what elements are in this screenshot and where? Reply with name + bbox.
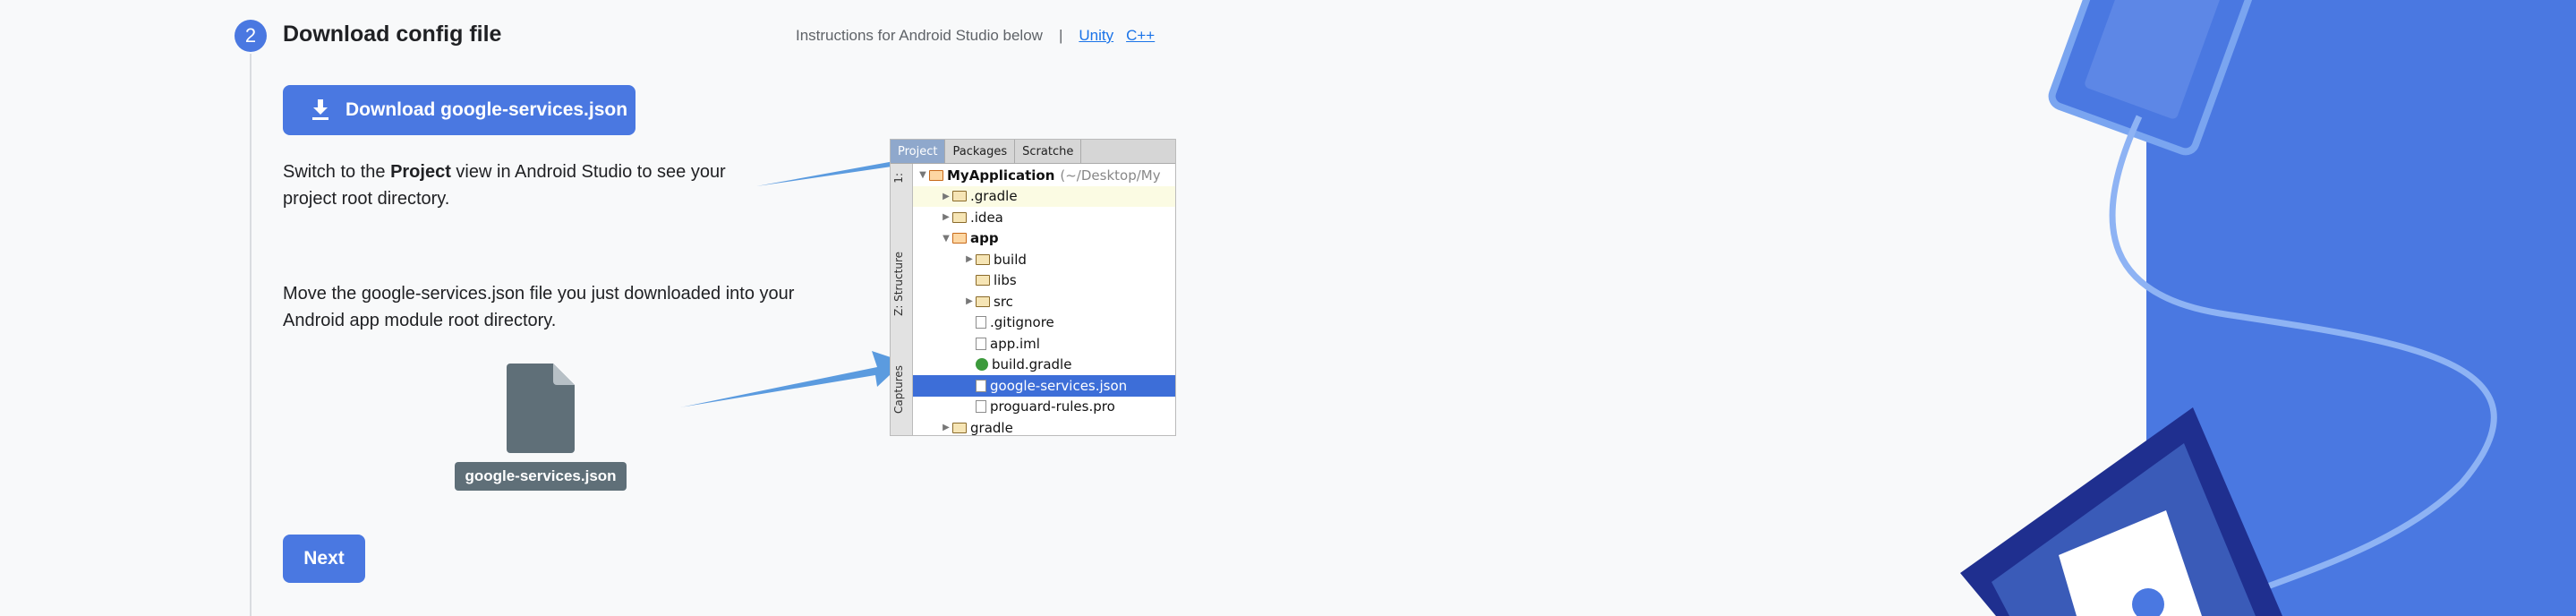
- collapsed-arrow-icon[interactable]: ▶: [963, 296, 976, 306]
- project-folder-icon: [929, 169, 943, 181]
- folder-icon: [976, 253, 990, 265]
- android-studio-project-view: Project Packages Scratche 1: Z: Structur…: [890, 139, 1176, 436]
- tree-item-label: build: [994, 251, 1027, 268]
- tree-item-label: .gitignore: [990, 314, 1054, 331]
- collapsed-arrow-icon[interactable]: ▶: [940, 423, 952, 432]
- tree-item-label: proguard-rules.pro: [990, 398, 1115, 415]
- file-icon: [976, 337, 986, 350]
- tree-item[interactable]: ▶ .gradle: [913, 185, 1175, 207]
- tree-item[interactable]: ▶ .idea: [913, 207, 1175, 228]
- tab-scratches[interactable]: Scratche: [1015, 140, 1082, 163]
- tree-item-label: app.iml: [990, 335, 1040, 352]
- tree-item[interactable]: ▶ gradle: [913, 417, 1175, 436]
- tree-item[interactable]: google-services.json: [913, 375, 1175, 397]
- tree-item-label: .gradle: [970, 188, 1018, 205]
- tab-packages[interactable]: Packages: [945, 140, 1016, 163]
- laptop-illustration: [1960, 407, 2282, 616]
- pointer-arrows: [680, 143, 931, 407]
- collapsed-arrow-icon[interactable]: ▶: [963, 254, 976, 264]
- json-file-icon: [976, 379, 986, 392]
- instructions-separator: |: [1058, 27, 1063, 44]
- tree-item-path: (~/Desktop/My: [1060, 167, 1161, 184]
- folder-icon: [952, 211, 967, 223]
- tree-item[interactable]: ▼ app: [913, 228, 1175, 250]
- tree-item-label: app: [970, 230, 999, 247]
- tree-item[interactable]: .gitignore: [913, 312, 1175, 334]
- expanded-arrow-icon[interactable]: ▼: [940, 234, 952, 244]
- module-folder-icon: [952, 233, 967, 244]
- tree-item-label: build.gradle: [992, 356, 1072, 373]
- tree-item[interactable]: build.gradle: [913, 355, 1175, 376]
- folder-icon: [976, 275, 990, 287]
- cpp-link[interactable]: C++: [1126, 27, 1155, 44]
- tree-item[interactable]: ▼ MyApplication (~/Desktop/My: [913, 165, 1175, 186]
- folder-icon: [952, 191, 967, 202]
- expanded-arrow-icon[interactable]: ▼: [917, 170, 929, 180]
- tree-item[interactable]: app.iml: [913, 333, 1175, 355]
- tree-item-label: google-services.json: [990, 377, 1128, 394]
- project-tree: ▼ MyApplication (~/Desktop/My ▶ .gradle ▶ .ide…: [913, 165, 1175, 436]
- unity-link[interactable]: Unity: [1079, 27, 1113, 44]
- collapsed-arrow-icon[interactable]: ▶: [940, 212, 952, 222]
- file-icon: [976, 316, 986, 329]
- tree-item-label: MyApplication: [947, 167, 1055, 184]
- side-label-project[interactable]: 1:: [892, 173, 905, 184]
- tree-item[interactable]: libs: [913, 270, 1175, 292]
- gradle-icon: [976, 358, 988, 372]
- decorative-illustration: [1960, 0, 2497, 616]
- folder-icon: [952, 422, 967, 433]
- side-label-structure[interactable]: Z: Structure: [892, 252, 905, 316]
- tree-item-label: libs: [994, 272, 1017, 289]
- tab-project[interactable]: Project: [891, 140, 946, 163]
- ide-side-toolbar: 1: Z: Structure Captures: [891, 164, 913, 435]
- tree-item[interactable]: ▶ src: [913, 291, 1175, 312]
- side-label-captures[interactable]: Captures: [892, 365, 905, 414]
- collapsed-arrow-icon[interactable]: ▶: [940, 192, 952, 201]
- folder-icon: [976, 295, 990, 307]
- tree-item-label: .idea: [970, 209, 1003, 226]
- tree-item[interactable]: proguard-rules.pro: [913, 397, 1175, 418]
- tree-item[interactable]: ▶ build: [913, 249, 1175, 270]
- arrow-to-json-file: [680, 351, 904, 407]
- phone-illustration: [2048, 0, 2257, 156]
- tree-item-label: gradle: [970, 419, 1013, 436]
- file-icon: [976, 400, 986, 414]
- ide-tab-bar: Project Packages Scratche: [891, 140, 1175, 164]
- tree-item-label: src: [994, 293, 1013, 310]
